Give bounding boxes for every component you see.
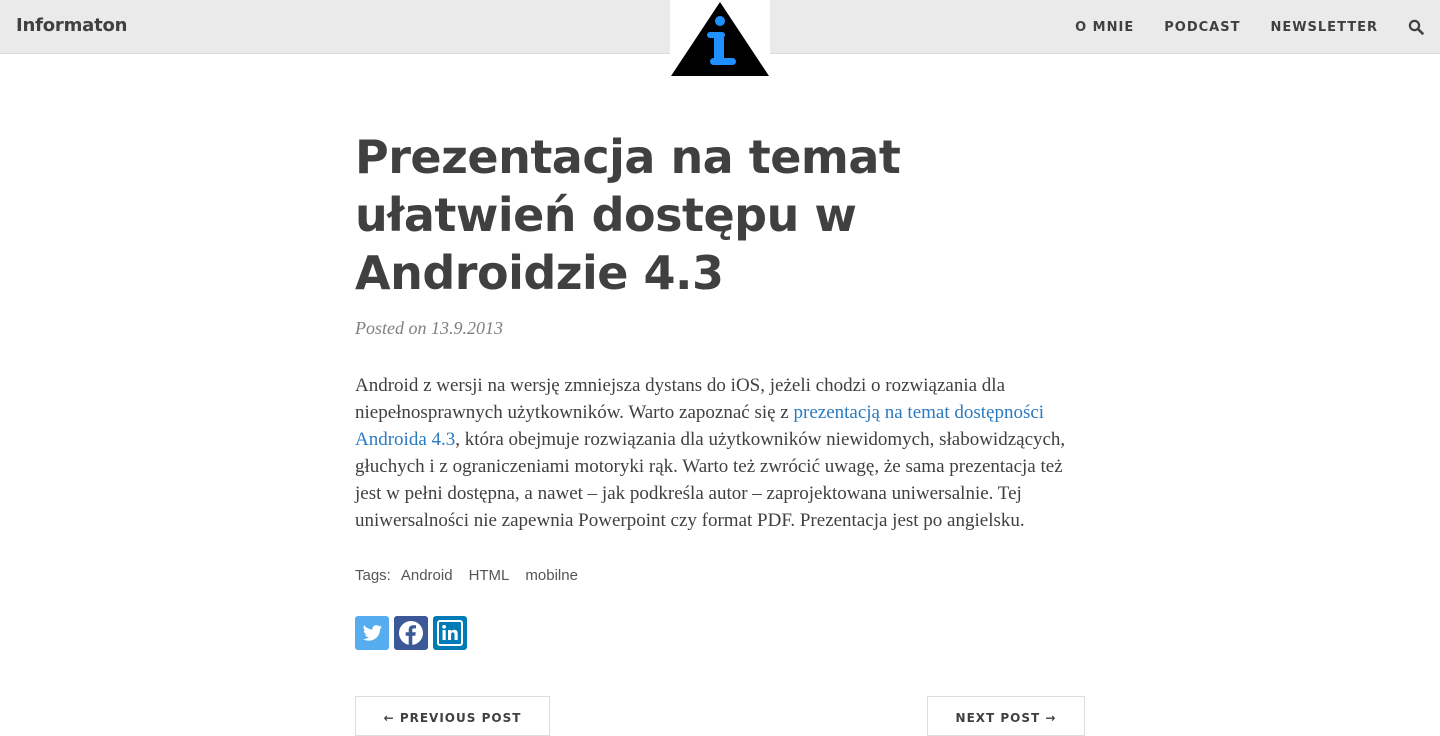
- twitter-share-button[interactable]: [355, 616, 389, 650]
- next-post-button[interactable]: NEXT POST →: [927, 696, 1085, 736]
- previous-post-button[interactable]: ← PREVIOUS POST: [355, 696, 550, 736]
- brand-link[interactable]: Informaton: [16, 15, 127, 36]
- post-body: Android z wersji na wersję zmniejsza dys…: [355, 372, 1085, 534]
- nav-item-o-mnie[interactable]: O MNIE: [1075, 20, 1134, 35]
- twitter-icon: [362, 625, 382, 641]
- facebook-share-button[interactable]: [394, 616, 428, 650]
- linkedin-share-button[interactable]: [433, 616, 467, 650]
- main-nav: O MNIE PODCAST NEWSLETTER: [1045, 0, 1424, 54]
- post-body-text-end: , która obejmuje rozwiązania dla użytkow…: [355, 429, 1066, 531]
- nav-item-podcast[interactable]: PODCAST: [1164, 20, 1240, 35]
- facebook-icon: [399, 621, 423, 645]
- tag-html[interactable]: HTML: [469, 567, 510, 584]
- search-icon[interactable]: [1408, 19, 1424, 35]
- nav-item-newsletter[interactable]: NEWSLETTER: [1270, 20, 1378, 35]
- tag-android[interactable]: Android: [401, 567, 453, 584]
- linkedin-icon: [437, 620, 463, 646]
- post-tags: Tags: Android HTML mobilne: [355, 567, 1085, 584]
- tag-mobilne[interactable]: mobilne: [525, 567, 578, 584]
- info-triangle-logo[interactable]: [670, 0, 770, 78]
- tags-label: Tags:: [355, 567, 391, 584]
- navbar: Informaton O MNIE PODCAST NEWSLETTER: [0, 0, 1440, 78]
- post: Prezentacja na temat ułatwień dostępu w …: [355, 128, 1085, 650]
- post-meta: Posted on 13.9.2013: [355, 318, 503, 338]
- post-title: Prezentacja na temat ułatwień dostępu w …: [355, 130, 901, 300]
- share-buttons: [355, 616, 1085, 650]
